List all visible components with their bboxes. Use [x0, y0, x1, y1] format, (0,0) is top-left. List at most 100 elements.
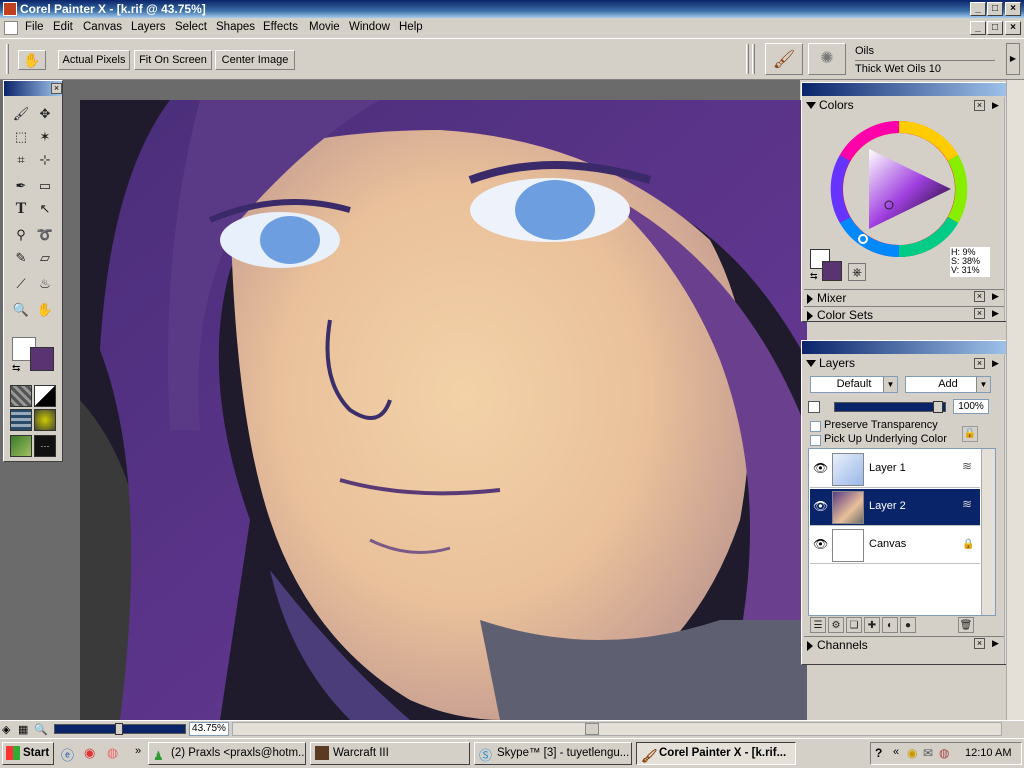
watercolor-layer-icon[interactable]: ●	[900, 617, 916, 633]
minimize-button[interactable]: _	[970, 2, 986, 16]
horizontal-scrollbar[interactable]	[232, 722, 1002, 736]
brush-bar-grip-2[interactable]	[752, 44, 755, 74]
menu-help[interactable]: Help	[399, 21, 423, 33]
menu-canvas[interactable]: Canvas	[83, 21, 122, 33]
menu-effects[interactable]: Effects	[263, 21, 298, 33]
menu-select[interactable]: Select	[175, 21, 207, 33]
antivirus-icon[interactable]: ◍	[939, 746, 949, 760]
eraser-icon[interactable]: ▱	[34, 247, 56, 269]
quick-launch-overflow-icon[interactable]: »	[135, 745, 141, 757]
delete-layer-icon[interactable]: 🗑	[958, 617, 974, 633]
actual-pixels-button[interactable]: Actual Pixels	[58, 50, 130, 70]
layer-adjuster-icon[interactable]: ✥	[34, 103, 56, 125]
new-layer-icon[interactable]: ✚	[864, 617, 880, 633]
help-icon[interactable]: ?	[875, 746, 882, 760]
colors-panel-title-bar[interactable]	[802, 83, 1018, 96]
mixer-menu-arrow-icon[interactable]: ▶	[992, 291, 999, 302]
center-image-button[interactable]: Center Image	[215, 50, 295, 70]
zoom-slider-thumb[interactable]	[115, 723, 123, 735]
text-tool-icon[interactable]: T	[10, 198, 32, 220]
primary-color-swatch[interactable]	[30, 347, 54, 371]
zoom-value[interactable]: 43.75%	[189, 722, 229, 736]
weave-icon[interactable]	[34, 409, 56, 431]
menu-layers[interactable]: Layers	[131, 21, 166, 33]
layers-menu-arrow-icon[interactable]: ▶	[992, 358, 999, 369]
selection-adjuster-icon[interactable]: ⊹	[34, 149, 56, 171]
vertical-scrollbar[interactable]	[1006, 80, 1024, 720]
doc-close-button[interactable]: ×	[1005, 21, 1021, 35]
task-corel-painter[interactable]: 🖌 Corel Painter X - [k.rif...	[636, 742, 796, 765]
pattern-icon[interactable]	[10, 409, 32, 431]
horizontal-scroll-thumb[interactable]	[585, 723, 599, 735]
mixer-close-icon[interactable]: ×	[974, 291, 985, 302]
layer-list-scrollbar[interactable]	[981, 449, 995, 615]
colors-menu-arrow-icon[interactable]: ▶	[992, 100, 999, 111]
colors-swap-icon[interactable]: ⇆	[810, 271, 818, 282]
color-sets-close-icon[interactable]: ×	[974, 308, 985, 319]
brush-bar-scroll-arrow[interactable]: ▶	[1006, 43, 1020, 75]
crop-icon[interactable]: ⌗	[10, 149, 32, 171]
zoom-icon[interactable]: 🔍	[34, 723, 48, 736]
opacity-value[interactable]: 100%	[953, 399, 989, 414]
brush-category-icon[interactable]: 🖌	[765, 43, 803, 75]
visibility-eye-icon[interactable]: 👁	[813, 537, 828, 551]
tray-expand-icon[interactable]: «	[893, 746, 899, 758]
brush-tool-icon[interactable]: 🖌	[10, 103, 32, 125]
start-button[interactable]: Start	[2, 742, 54, 765]
magic-wand-icon[interactable]: ✶	[34, 126, 56, 148]
opacity-slider[interactable]	[834, 401, 946, 413]
mail-icon[interactable]: ✉	[923, 746, 933, 760]
rectangle-shape-icon[interactable]: ▭	[34, 175, 56, 197]
swap-colors-icon[interactable]: ⇆	[12, 363, 20, 374]
drawing-mode-icon[interactable]: ▦	[18, 723, 28, 736]
layer-row-canvas[interactable]: 👁 Canvas 🔒	[810, 527, 980, 564]
toolbox-close-button[interactable]: ×	[51, 83, 62, 94]
gradient-icon[interactable]	[34, 385, 56, 407]
channels-close-icon[interactable]: ×	[974, 638, 985, 649]
layers-close-icon[interactable]: ×	[974, 358, 985, 369]
doc-minimize-button[interactable]: _	[970, 21, 986, 35]
quick-launch-firefox-icon[interactable]: ◍	[107, 745, 118, 761]
menu-shapes[interactable]: Shapes	[216, 21, 255, 33]
toolbar-grip[interactable]	[6, 44, 9, 74]
layers-panel-title-bar[interactable]	[802, 341, 1018, 354]
composite-mode-select[interactable]: Add ▼	[905, 376, 991, 393]
task-skype[interactable]: Ⓢ Skype™ [3] - tuyetlengu...	[474, 742, 632, 765]
brush-variant-label[interactable]: Thick Wet Oils 10	[855, 60, 995, 75]
brush-bar-grip[interactable]	[746, 44, 749, 74]
opacity-slider-thumb[interactable]	[933, 401, 943, 413]
clock[interactable]: 12:10 AM	[965, 747, 1011, 759]
maximize-button[interactable]: □	[987, 2, 1003, 16]
navigator-icon[interactable]: ◈	[2, 723, 10, 736]
dynamic-plugins-icon[interactable]: ⚙	[828, 617, 844, 633]
close-button[interactable]: ×	[1005, 2, 1021, 16]
task-warcraft[interactable]: Warcraft III	[310, 742, 470, 765]
zoom-slider[interactable]	[54, 723, 186, 735]
quick-launch-chrome-icon[interactable]: ◉	[84, 745, 95, 761]
visibility-eye-icon[interactable]: 👁	[813, 461, 828, 475]
grabber-hand-icon[interactable]: ✋	[18, 50, 46, 70]
channels-menu-arrow-icon[interactable]: ▶	[992, 638, 999, 649]
colors-header[interactable]: Colors	[804, 97, 854, 113]
doc-restore-button[interactable]: □	[987, 21, 1003, 35]
quick-launch-ie-icon[interactable]: ⓔ	[61, 745, 74, 764]
colors-close-icon[interactable]: ×	[974, 100, 985, 111]
preserve-transparency-checkbox[interactable]	[810, 421, 821, 432]
eyedropper-icon[interactable]: ⟋	[10, 273, 32, 295]
menu-file[interactable]: File	[25, 21, 44, 33]
nozzle-icon[interactable]	[10, 435, 32, 457]
menu-movie[interactable]: Movie	[309, 21, 340, 33]
rectangular-selection-icon[interactable]: ⬚	[10, 126, 32, 148]
fit-on-screen-button[interactable]: Fit On Screen	[134, 50, 212, 70]
layers-header[interactable]: Layers	[804, 355, 855, 371]
pen-icon[interactable]: ✒	[10, 175, 32, 197]
brush-category-label[interactable]: Oils	[855, 45, 874, 57]
pick-up-underlying-checkbox[interactable]	[810, 435, 821, 446]
create-mask-icon[interactable]: ◐	[882, 617, 898, 633]
lock-layer-icon[interactable]: 🔒	[962, 426, 978, 442]
paper-texture-icon[interactable]	[10, 385, 32, 407]
shape-selection-icon[interactable]: ↖	[34, 198, 56, 220]
clone-color-icon[interactable]: ⎈	[848, 263, 866, 281]
menu-edit[interactable]: Edit	[53, 21, 73, 33]
grabber-tool-icon[interactable]: ✋	[34, 299, 56, 321]
